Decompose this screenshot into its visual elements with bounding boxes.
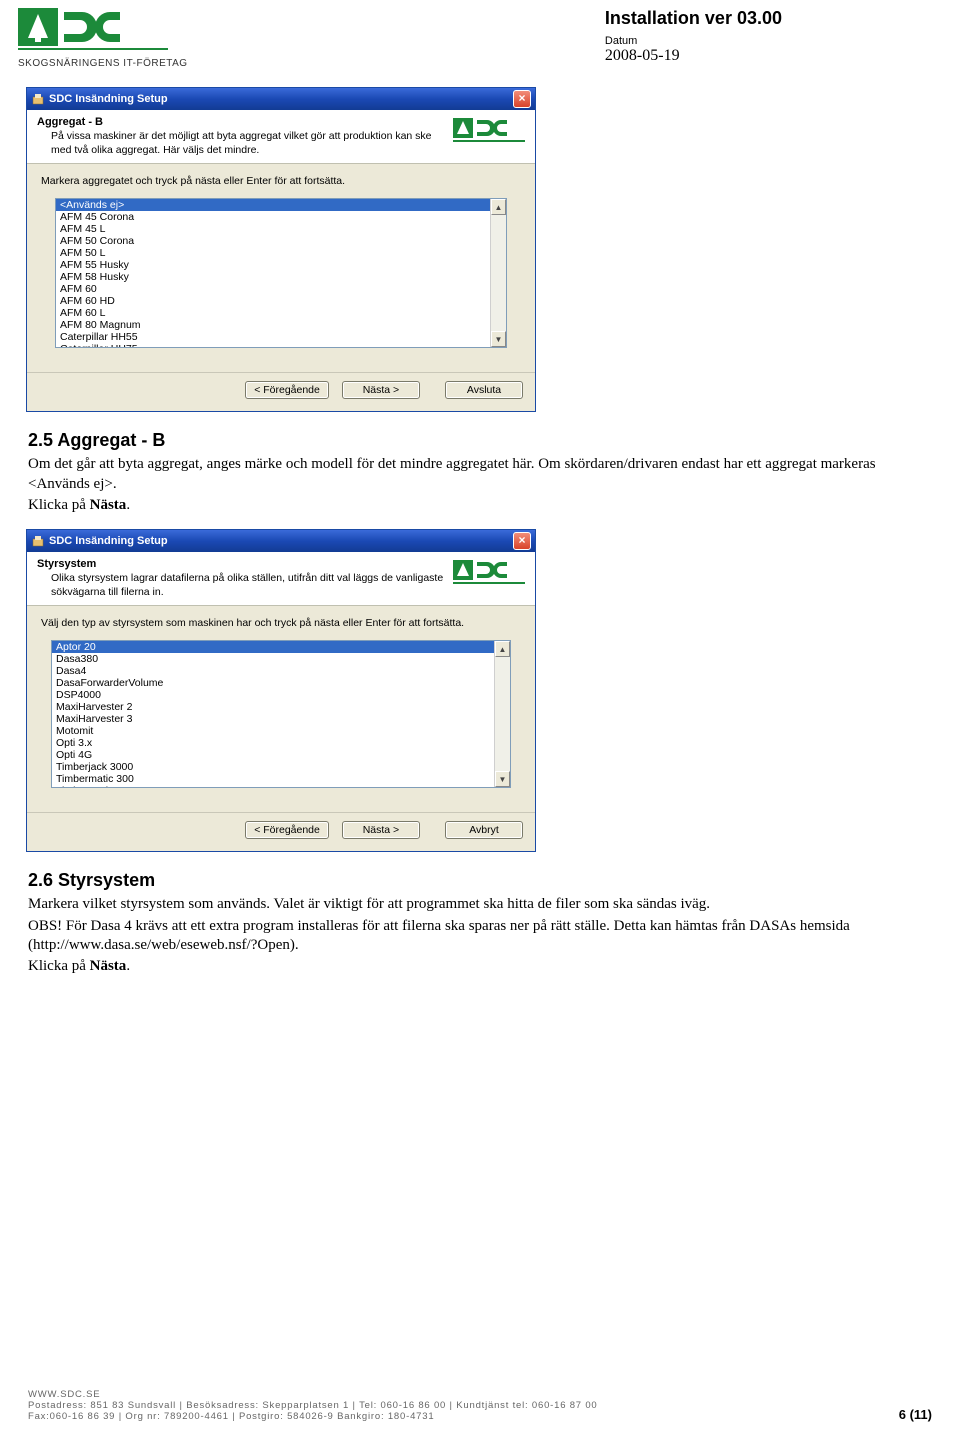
section-2-5: 2.5 Aggregat - B Om det går att byta agg… [28, 430, 932, 515]
list-item[interactable]: <Används ej> [56, 199, 490, 211]
logo-block: SKOGSNÄRINGENS IT-FÖRETAG [18, 8, 188, 69]
listbox-wrap: <Används ej> AFM 45 Corona AFM 45 L AFM … [55, 198, 507, 348]
titlebar-title: SDC Insändning Setup [49, 93, 168, 105]
list-item[interactable]: DasaForwarderVolume [52, 677, 494, 689]
dialog-instruction: Markera aggregatet och tryck på nästa el… [41, 174, 521, 188]
listbox-wrap: Aptor 20 Dasa380 Dasa4 DasaForwarderVolu… [51, 640, 511, 788]
list-item[interactable]: Timbermatic 300 [52, 773, 494, 785]
titlebar-title: SDC Insändning Setup [49, 535, 168, 547]
dialog-styrsystem: SDC Insändning Setup × Styrsystem Olika … [26, 529, 536, 852]
back-button[interactable]: < Föregående [245, 821, 329, 839]
dialog-section-desc: Olika styrsystem lagrar datafilerna på o… [37, 572, 445, 599]
datum-label: Datum [605, 35, 782, 47]
list-item[interactable]: DSP4000 [52, 689, 494, 701]
list-item[interactable]: Caterpillar HH75 [56, 343, 490, 347]
dialog-body: Välj den typ av styrsystem som maskinen … [27, 606, 535, 794]
styrsystem-listbox[interactable]: Aptor 20 Dasa380 Dasa4 DasaForwarderVolu… [52, 641, 494, 787]
sdc-small-logo-icon [453, 118, 525, 157]
dialog-instruction: Välj den typ av styrsystem som maskinen … [41, 616, 521, 630]
section-2-6: 2.6 Styrsystem Markera vilket styrsystem… [28, 870, 932, 976]
text-bold: Nästa [90, 497, 127, 513]
section-text: Klicka på Nästa. [28, 957, 932, 976]
installer-icon [31, 534, 45, 548]
button-row: < Föregående Nästa > Avbryt [27, 813, 535, 851]
section-text: Klicka på Nästa. [28, 496, 932, 515]
titlebar[interactable]: SDC Insändning Setup × [27, 88, 535, 110]
list-item[interactable]: AFM 80 Magnum [56, 319, 490, 331]
page-header: SKOGSNÄRINGENS IT-FÖRETAG Installation v… [0, 0, 960, 73]
list-item[interactable]: Caterpillar HH55 [56, 331, 490, 343]
sdc-small-logo-icon [453, 560, 525, 599]
list-item[interactable]: Motomit [52, 725, 494, 737]
scroll-track[interactable] [491, 215, 506, 331]
dialog-section-desc: På vissa maskiner är det möjligt att byt… [37, 130, 445, 157]
list-item[interactable]: Opti 4G [52, 749, 494, 761]
list-item[interactable]: MaxiHarvester 3 [52, 713, 494, 725]
section-text: OBS! För Dasa 4 krävs att ett extra prog… [28, 917, 932, 955]
footer-www: WWW.SDC.SE [28, 1389, 932, 1400]
section-heading: 2.6 Styrsystem [28, 870, 932, 891]
list-item[interactable]: Timbermatic 700 [52, 785, 494, 787]
section-text: Om det går att byta aggregat, anges märk… [28, 455, 932, 493]
page-number: 6 (11) [899, 1407, 932, 1422]
scroll-track[interactable] [495, 657, 510, 771]
list-item[interactable]: Opti 3.x [52, 737, 494, 749]
section-text: Markera vilket styrsystem som används. V… [28, 895, 932, 914]
dialog-body: Markera aggregatet och tryck på nästa el… [27, 164, 535, 354]
section-heading: 2.5 Aggregat - B [28, 430, 932, 451]
back-button[interactable]: < Föregående [245, 381, 329, 399]
doc-title: Installation ver 03.00 [605, 8, 782, 29]
list-item[interactable]: Aptor 20 [52, 641, 494, 653]
scrollbar[interactable]: ▲ ▼ [494, 641, 510, 787]
list-item[interactable]: Dasa380 [52, 653, 494, 665]
scroll-up-icon[interactable]: ▲ [495, 641, 510, 657]
text: Klicka på [28, 497, 90, 513]
close-button[interactable]: × [513, 90, 531, 108]
list-item[interactable]: AFM 58 Husky [56, 271, 490, 283]
close-button[interactable]: × [513, 532, 531, 550]
list-item[interactable]: MaxiHarvester 2 [52, 701, 494, 713]
scroll-down-icon[interactable]: ▼ [491, 331, 506, 347]
text: . [126, 958, 130, 974]
text-bold: Nästa [90, 958, 127, 974]
scroll-up-icon[interactable]: ▲ [491, 199, 506, 215]
list-item[interactable]: AFM 45 Corona [56, 211, 490, 223]
dialog-section-title: Styrsystem [37, 558, 445, 570]
list-item[interactable]: AFM 45 L [56, 223, 490, 235]
dialog-header-panel: Aggregat - B På vissa maskiner är det mö… [27, 110, 535, 164]
scroll-down-icon[interactable]: ▼ [495, 771, 510, 787]
page-footer: WWW.SDC.SE Postadress: 851 83 Sundsvall … [28, 1389, 932, 1422]
titlebar[interactable]: SDC Insändning Setup × [27, 530, 535, 552]
cancel-button[interactable]: Avsluta [445, 381, 523, 399]
text: . [126, 497, 130, 513]
logo-subtitle: SKOGSNÄRINGENS IT-FÖRETAG [18, 58, 188, 69]
list-item[interactable]: AFM 50 Corona [56, 235, 490, 247]
list-item[interactable]: Dasa4 [52, 665, 494, 677]
cancel-button[interactable]: Avbryt [445, 821, 523, 839]
sdc-logo-icon [18, 8, 168, 56]
list-item[interactable]: AFM 60 HD [56, 295, 490, 307]
next-button[interactable]: Nästa > [342, 381, 420, 399]
dialog-section-title: Aggregat - B [37, 116, 445, 128]
button-row: < Föregående Nästa > Avsluta [27, 373, 535, 411]
footer-line1: Postadress: 851 83 Sundsvall | Besöksadr… [28, 1400, 932, 1411]
next-button[interactable]: Nästa > [342, 821, 420, 839]
footer-line2: Fax:060-16 86 39 | Org nr: 789200-4461 |… [28, 1411, 932, 1422]
aggregat-listbox[interactable]: <Används ej> AFM 45 Corona AFM 45 L AFM … [56, 199, 490, 347]
installer-icon [31, 92, 45, 106]
scrollbar[interactable]: ▲ ▼ [490, 199, 506, 347]
list-item[interactable]: AFM 55 Husky [56, 259, 490, 271]
text: Klicka på [28, 958, 90, 974]
dialog-header-panel: Styrsystem Olika styrsystem lagrar dataf… [27, 552, 535, 606]
list-item[interactable]: Timberjack 3000 [52, 761, 494, 773]
datum-value: 2008-05-19 [605, 47, 782, 65]
list-item[interactable]: AFM 60 [56, 283, 490, 295]
list-item[interactable]: AFM 60 L [56, 307, 490, 319]
header-meta: Installation ver 03.00 Datum 2008-05-19 [605, 8, 782, 65]
list-item[interactable]: AFM 50 L [56, 247, 490, 259]
dialog-aggregat-b: SDC Insändning Setup × Aggregat - B På v… [26, 87, 536, 412]
